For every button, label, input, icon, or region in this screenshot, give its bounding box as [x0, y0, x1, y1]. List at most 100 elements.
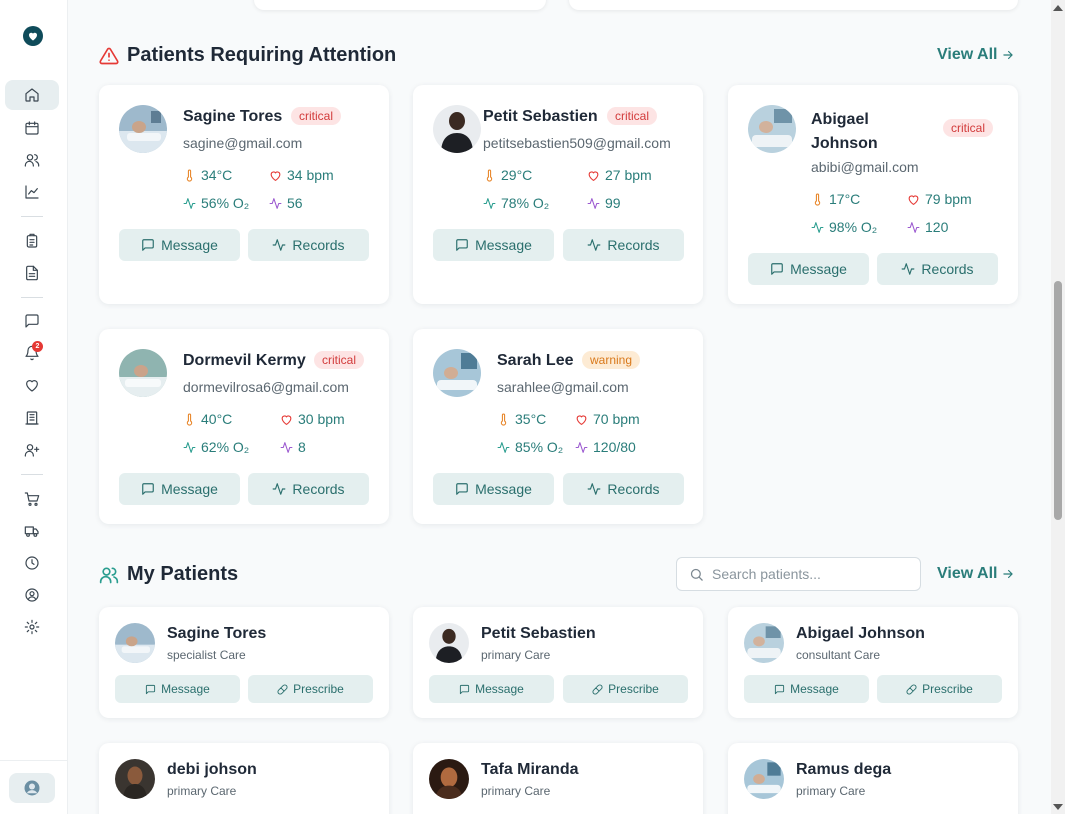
- records-button[interactable]: Records: [877, 253, 998, 285]
- avatar: [119, 105, 167, 153]
- prescribe-button[interactable]: Prescribe: [563, 675, 688, 703]
- nav-favorites[interactable]: [5, 370, 59, 400]
- prescribe-button[interactable]: Prescribe: [877, 675, 1002, 703]
- my-patients-view-all-link[interactable]: View All: [937, 565, 1015, 583]
- message-button[interactable]: Message: [429, 675, 554, 703]
- patient-card: Ramus dega primary Care: [728, 743, 1018, 814]
- document-icon: [26, 265, 38, 281]
- nav-history[interactable]: [5, 548, 59, 578]
- scroll-up-arrow-icon[interactable]: [1053, 5, 1063, 11]
- summary-card: [569, 0, 1018, 10]
- page-scrollbar[interactable]: [1051, 0, 1065, 814]
- heart-icon: [281, 414, 292, 425]
- activity-icon: [273, 483, 286, 495]
- records-button[interactable]: Records: [563, 473, 684, 505]
- search-input[interactable]: [712, 566, 902, 582]
- heart-rate-reading: 27 bpm: [587, 167, 652, 183]
- patient-card: debi johson primary Care: [99, 743, 389, 814]
- nav-patients[interactable]: [5, 145, 59, 175]
- nav-profile[interactable]: [5, 580, 59, 610]
- user-account-button[interactable]: [9, 773, 55, 803]
- temperature-value: 29°C: [501, 167, 533, 183]
- app-logo[interactable]: [23, 26, 43, 46]
- oxygen-reading: 98% O₂: [811, 219, 877, 235]
- oxygen-reading: 85% O₂: [497, 439, 563, 455]
- arrow-right-icon: [1003, 50, 1014, 60]
- temperature-reading: 29°C: [483, 167, 532, 183]
- care-type: primary Care: [481, 648, 551, 662]
- records-button[interactable]: Records: [248, 473, 369, 505]
- nav-cart[interactable]: [5, 484, 59, 514]
- patient-name: debi johson: [167, 761, 257, 778]
- button-label: Message: [161, 237, 218, 253]
- nav-documents[interactable]: [5, 258, 59, 288]
- button-label: Records: [292, 237, 345, 253]
- nav-home[interactable]: [5, 80, 59, 110]
- message-icon: [456, 483, 468, 495]
- nav-settings[interactable]: [5, 612, 59, 642]
- nav-hospital[interactable]: [5, 403, 59, 433]
- nav-calendar[interactable]: [5, 113, 59, 143]
- search-icon: [690, 568, 703, 581]
- message-button[interactable]: Message: [115, 675, 240, 703]
- avatar: [429, 623, 469, 663]
- notification-badge: 2: [32, 341, 43, 352]
- patient-name: Abigael Johnson: [811, 108, 878, 156]
- nav-add-user[interactable]: [5, 435, 59, 465]
- message-button[interactable]: Message: [744, 675, 869, 703]
- avatar: [429, 759, 469, 799]
- patient-email: abibi@gmail.com: [811, 159, 919, 175]
- section-heading: My Patients: [127, 563, 239, 585]
- section-heading: Patients Requiring Attention: [127, 44, 397, 66]
- respiratory-value: 120: [925, 219, 949, 235]
- attention-patient-card: Sagine Tores critical sagine@gmail.com 3…: [99, 85, 389, 304]
- nav-delivery[interactable]: [5, 516, 59, 546]
- home-icon: [25, 88, 39, 102]
- pill-icon: [592, 684, 603, 694]
- care-type: specialist Care: [167, 648, 246, 662]
- patient-search[interactable]: [676, 557, 921, 591]
- patient-email: sagine@gmail.com: [183, 135, 303, 151]
- attention-patient-card: Sarah Lee warning sarahlee@gmail.com 35°…: [413, 329, 703, 524]
- attention-view-all-link[interactable]: View All: [937, 46, 1015, 64]
- avatar: [433, 105, 481, 153]
- attention-section-title: Patients Requiring Attention: [99, 44, 396, 67]
- message-button[interactable]: Message: [119, 473, 240, 505]
- nav-clipboard[interactable]: [5, 226, 59, 256]
- user-plus-icon: [24, 444, 40, 457]
- scroll-down-arrow-icon[interactable]: [1053, 804, 1063, 810]
- my-patients-section-title: My Patients: [99, 563, 238, 586]
- message-icon: [456, 239, 468, 251]
- message-button[interactable]: Message: [748, 253, 869, 285]
- records-button[interactable]: Records: [563, 229, 684, 261]
- building-icon: [25, 411, 39, 425]
- temperature-reading: 34°C: [183, 167, 232, 183]
- patient-name: Sarah Lee: [497, 352, 574, 369]
- sidebar-divider: [21, 297, 43, 298]
- nav-notifications[interactable]: 2: [5, 338, 59, 368]
- message-button[interactable]: Message: [433, 473, 554, 505]
- temperature-value: 34°C: [201, 167, 233, 183]
- avatar: [115, 623, 155, 663]
- respiratory-reading: 8: [280, 439, 306, 455]
- heart-rate-value: 34 bpm: [287, 167, 334, 183]
- activity-icon: [811, 221, 824, 233]
- nav-messages[interactable]: [5, 306, 59, 336]
- oxygen-value: 78% O₂: [501, 195, 550, 211]
- activity-icon: [280, 441, 293, 453]
- oxygen-value: 98% O₂: [829, 219, 878, 235]
- heart-rate-value: 30 bpm: [298, 411, 345, 427]
- activity-icon: [497, 441, 510, 453]
- prescribe-button[interactable]: Prescribe: [248, 675, 373, 703]
- summary-card: [254, 0, 546, 10]
- nav-analytics[interactable]: [5, 177, 59, 207]
- sidebar: 2: [0, 0, 68, 814]
- activity-icon: [588, 483, 601, 495]
- calendar-icon: [25, 121, 39, 135]
- oxygen-value: 56% O₂: [201, 195, 250, 211]
- records-button[interactable]: Records: [248, 229, 369, 261]
- scrollbar-thumb[interactable]: [1054, 281, 1062, 520]
- message-button[interactable]: Message: [433, 229, 554, 261]
- message-button[interactable]: Message: [119, 229, 240, 261]
- heart-rate-reading: 79 bpm: [907, 191, 972, 207]
